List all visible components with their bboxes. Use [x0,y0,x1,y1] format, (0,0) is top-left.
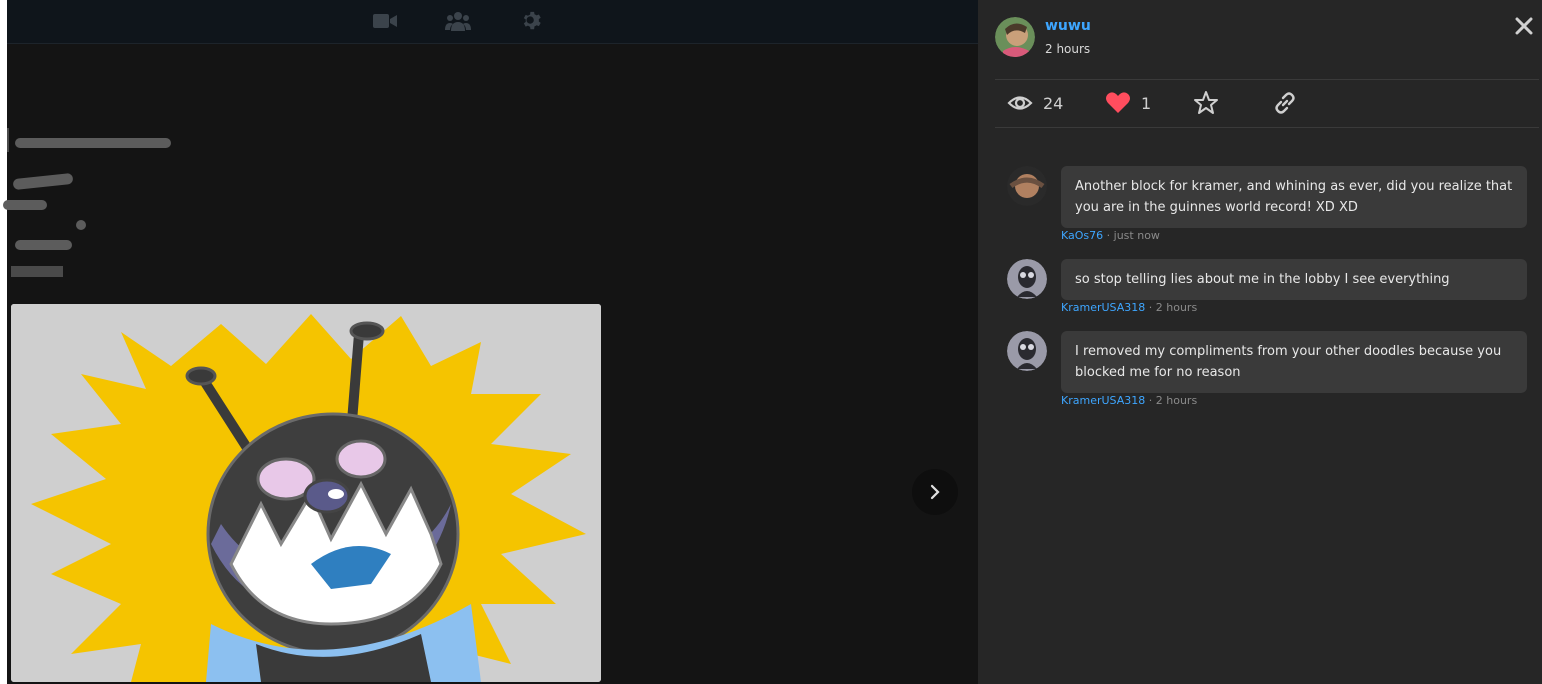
divider [995,127,1539,128]
views-stat: 24 [1007,90,1063,116]
redaction-mark [3,200,47,210]
doodle-artwork [11,304,601,682]
video-camera-icon[interactable] [372,10,398,32]
heart-icon [1106,92,1130,113]
redaction-mark [11,266,63,277]
redaction-mark [76,220,86,230]
close-button[interactable] [1514,16,1534,36]
comment-username[interactable]: KramerUSA318 [1061,301,1145,314]
redaction-mark [7,128,9,152]
author-name[interactable]: wuwu [1045,18,1091,34]
favorite-button[interactable] [1193,90,1219,116]
eye-icon [1007,96,1033,110]
comment-time: just now [1113,229,1160,242]
comment-meta: KramerUSA318 · 2 hours [1061,394,1198,407]
chevron-right-icon [930,484,940,500]
users-icon[interactable] [445,10,471,32]
window-edge [0,0,7,684]
comment-meta: KramerUSA318 · 2 hours [1061,301,1198,314]
like-button[interactable]: 1 [1105,90,1151,116]
comment-username[interactable]: KramerUSA318 [1061,394,1145,407]
top-toolbar [7,0,978,44]
author-avatar[interactable] [995,17,1035,57]
close-icon [1515,17,1533,35]
commenter-avatar[interactable] [1007,331,1047,371]
commenter-avatar[interactable] [1007,259,1047,299]
star-icon [1194,91,1218,114]
drawing-stage [3,0,978,684]
comment-text: so stop telling lies about me in the lob… [1061,259,1527,300]
link-icon [1275,92,1295,114]
comment-text: Another block for kramer, and whining as… [1061,166,1527,228]
views-count: 24 [1043,93,1064,113]
likes-count: 1 [1141,93,1152,113]
comment-text: I removed my compliments from your other… [1061,331,1527,393]
comment-meta: KaOs76 · just now [1061,229,1160,242]
copy-link-button[interactable] [1272,90,1298,116]
redaction-mark [15,240,72,250]
gear-icon[interactable] [519,10,545,32]
redaction-mark [12,172,74,191]
commenter-avatar[interactable] [1007,166,1047,206]
next-doodle-button[interactable] [912,469,958,515]
details-panel: wuwu 2 hours 24 1 Another block for kram… [978,0,1542,684]
comment-time: 2 hours [1155,394,1198,407]
doodle-drawing [11,304,601,682]
divider [995,79,1539,80]
redaction-mark [15,138,171,148]
comment-time: 2 hours [1155,301,1198,314]
comment-username[interactable]: KaOs76 [1061,229,1103,242]
post-time: 2 hours [1045,42,1091,56]
